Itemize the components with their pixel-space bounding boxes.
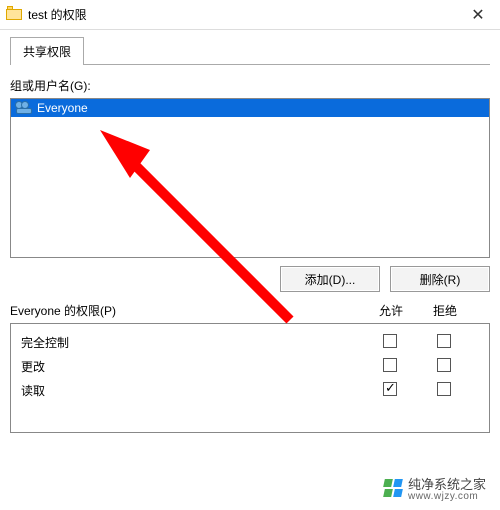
deny-column-header: 拒绝 xyxy=(418,302,472,319)
close-button[interactable]: ✕ xyxy=(456,0,500,30)
permissions-for-label: Everyone 的权限(P) xyxy=(10,302,364,319)
perm-name: 更改 xyxy=(21,358,363,375)
remove-button[interactable]: 删除(R) xyxy=(390,266,490,292)
allow-checkbox-read[interactable] xyxy=(383,382,397,396)
tab-strip: 共享权限 xyxy=(10,36,490,65)
folder-icon xyxy=(6,8,22,21)
watermark-text: 纯净系统之家 xyxy=(408,477,486,492)
principal-row-everyone[interactable]: Everyone xyxy=(11,99,489,117)
permissions-list: 完全控制 更改 读取 xyxy=(10,323,490,433)
groups-users-label: 组或用户名(G): xyxy=(10,77,490,94)
window-title: test 的权限 xyxy=(28,6,456,23)
watermark: 纯净系统之家 www.wjzy.com xyxy=(384,474,486,502)
add-button[interactable]: 添加(D)... xyxy=(280,266,380,292)
principal-name: Everyone xyxy=(37,101,88,115)
deny-checkbox-full-control[interactable] xyxy=(437,334,451,348)
titlebar: test 的权限 ✕ xyxy=(0,0,500,30)
principals-listbox[interactable]: Everyone xyxy=(10,98,490,258)
perm-name: 完全控制 xyxy=(21,334,363,351)
watermark-logo-icon xyxy=(384,479,402,497)
allow-checkbox-full-control[interactable] xyxy=(383,334,397,348)
watermark-url: www.wjzy.com xyxy=(408,491,486,502)
tab-share-permissions[interactable]: 共享权限 xyxy=(10,37,84,65)
deny-checkbox-read[interactable] xyxy=(437,382,451,396)
perm-name: 读取 xyxy=(21,382,363,399)
perm-row-full-control: 完全控制 xyxy=(21,330,471,354)
deny-checkbox-change[interactable] xyxy=(437,358,451,372)
group-icon xyxy=(15,101,33,115)
allow-column-header: 允许 xyxy=(364,302,418,319)
allow-checkbox-change[interactable] xyxy=(383,358,397,372)
perm-row-change: 更改 xyxy=(21,354,471,378)
perm-row-read: 读取 xyxy=(21,378,471,402)
